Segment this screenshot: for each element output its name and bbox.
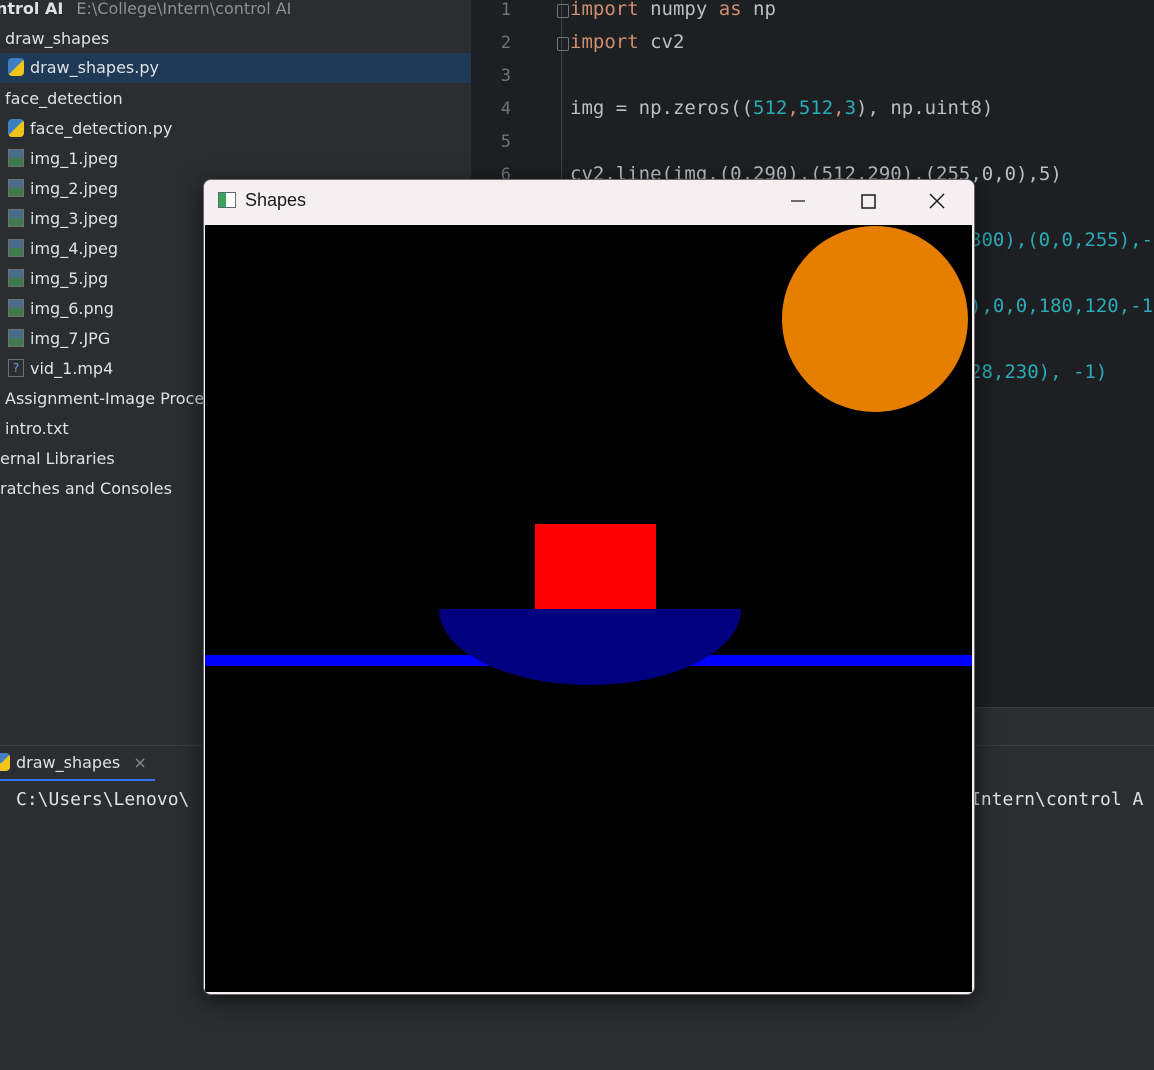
shapes-drawing [205, 225, 972, 992]
image-file-icon [8, 298, 24, 317]
code-line-1: import numpy as np [570, 0, 776, 20]
window-title: Shapes [245, 190, 307, 210]
number: 3 [844, 97, 857, 119]
close-button[interactable] [903, 180, 973, 224]
fold-icon[interactable] [557, 37, 569, 51]
image-file-icon [8, 178, 24, 197]
tree-item-label: draw_shapes [5, 29, 110, 48]
tree-item-img-1[interactable]: img_1.jpeg [0, 144, 471, 174]
project-root[interactable]: ntrol AI E:\College\Intern\control AI [0, 0, 471, 24]
tree-item-label: face_detection.py [30, 119, 173, 138]
tree-item-label: img_3.jpeg [30, 209, 119, 228]
image-file-icon [8, 148, 24, 167]
code-text: img = np.zeros(( [570, 97, 754, 119]
unknown-file-icon: ? [8, 358, 24, 377]
keyword: as [718, 0, 742, 20]
red-rectangle [535, 524, 656, 609]
python-file-icon [8, 57, 24, 76]
run-tab-label: draw_shapes [16, 753, 121, 772]
console-text-right: Intern\control A [970, 789, 1144, 810]
keyword: import [570, 0, 639, 20]
python-file-icon [0, 752, 10, 771]
tree-item-label: img_2.jpeg [30, 179, 119, 198]
project-root-name: ntrol AI [0, 0, 64, 18]
alias-name: np [741, 0, 776, 20]
tree-item-face-detection-folder[interactable]: face_detection [0, 84, 471, 114]
code-line-2: import cv2 [570, 31, 684, 53]
number: 512 [798, 97, 834, 119]
code-line-8-visible-tail: ),0,0,180,120,-1 [970, 295, 1154, 317]
close-tab-icon[interactable]: × [133, 753, 146, 772]
code-line-4: img = np.zeros((512,512,3), np.uint8) [570, 97, 993, 119]
tree-item-label: ratches and Consoles [0, 479, 172, 498]
module-name: cv2 [638, 31, 685, 53]
tree-item-label: img_5.jpg [30, 269, 109, 288]
shapes-window: Shapes [203, 179, 975, 995]
app-icon [218, 192, 236, 208]
close-icon [929, 193, 945, 209]
image-canvas [205, 225, 972, 992]
image-file-icon [8, 268, 24, 287]
python-file-icon [8, 118, 24, 137]
tree-item-label: img_6.png [30, 299, 114, 318]
module-name: numpy [638, 0, 719, 20]
window-titlebar[interactable]: Shapes [204, 180, 974, 224]
image-file-icon [8, 328, 24, 347]
code-text: ), np.uint8) [856, 97, 994, 119]
tree-item-draw-shapes-folder[interactable]: draw_shapes [0, 24, 471, 54]
keyword: import [570, 31, 639, 53]
tree-item-label: vid_1.mp4 [30, 359, 114, 378]
tree-item-label: ernal Libraries [0, 449, 115, 468]
maximize-icon [861, 194, 876, 209]
tree-item-label: Assignment-Image Proce [5, 389, 205, 408]
maximize-button[interactable] [833, 180, 903, 224]
code-line-9-visible-tail: 28,230), -1) [970, 361, 1108, 383]
tree-item-label: img_1.jpeg [30, 149, 119, 168]
tree-item-label: img_4.jpeg [30, 239, 119, 258]
line-number: 3 [500, 66, 511, 86]
project-root-path: E:\College\Intern\control AI [76, 0, 292, 18]
image-file-icon [8, 208, 24, 227]
line-number: 5 [500, 132, 511, 152]
line-number: 2 [500, 33, 511, 53]
console-text-left: C:\Users\Lenovo\ [16, 789, 190, 810]
comma: , [833, 97, 845, 119]
number: 512 [753, 97, 788, 119]
line-number: 4 [500, 99, 511, 119]
minimize-icon [791, 200, 805, 202]
line-number: 1 [500, 0, 511, 20]
comma: , [787, 97, 799, 119]
fold-icon[interactable] [557, 4, 569, 18]
tree-item-face-detection-py[interactable]: face_detection.py [0, 114, 471, 144]
tree-item-draw-shapes-py[interactable]: draw_shapes.py [0, 53, 471, 83]
tree-item-label: intro.txt [5, 419, 69, 438]
code-line-7-visible-tail: 300),(0,0,255),- [970, 229, 1154, 251]
tree-item-label: face_detection [5, 89, 123, 108]
run-tab-draw-shapes[interactable]: draw_shapes × [0, 746, 155, 782]
image-file-icon [8, 238, 24, 257]
orange-circle [782, 226, 968, 412]
tree-item-label: img_7.JPG [30, 329, 111, 348]
tree-item-label: draw_shapes.py [30, 58, 159, 77]
minimize-button[interactable] [763, 180, 833, 224]
